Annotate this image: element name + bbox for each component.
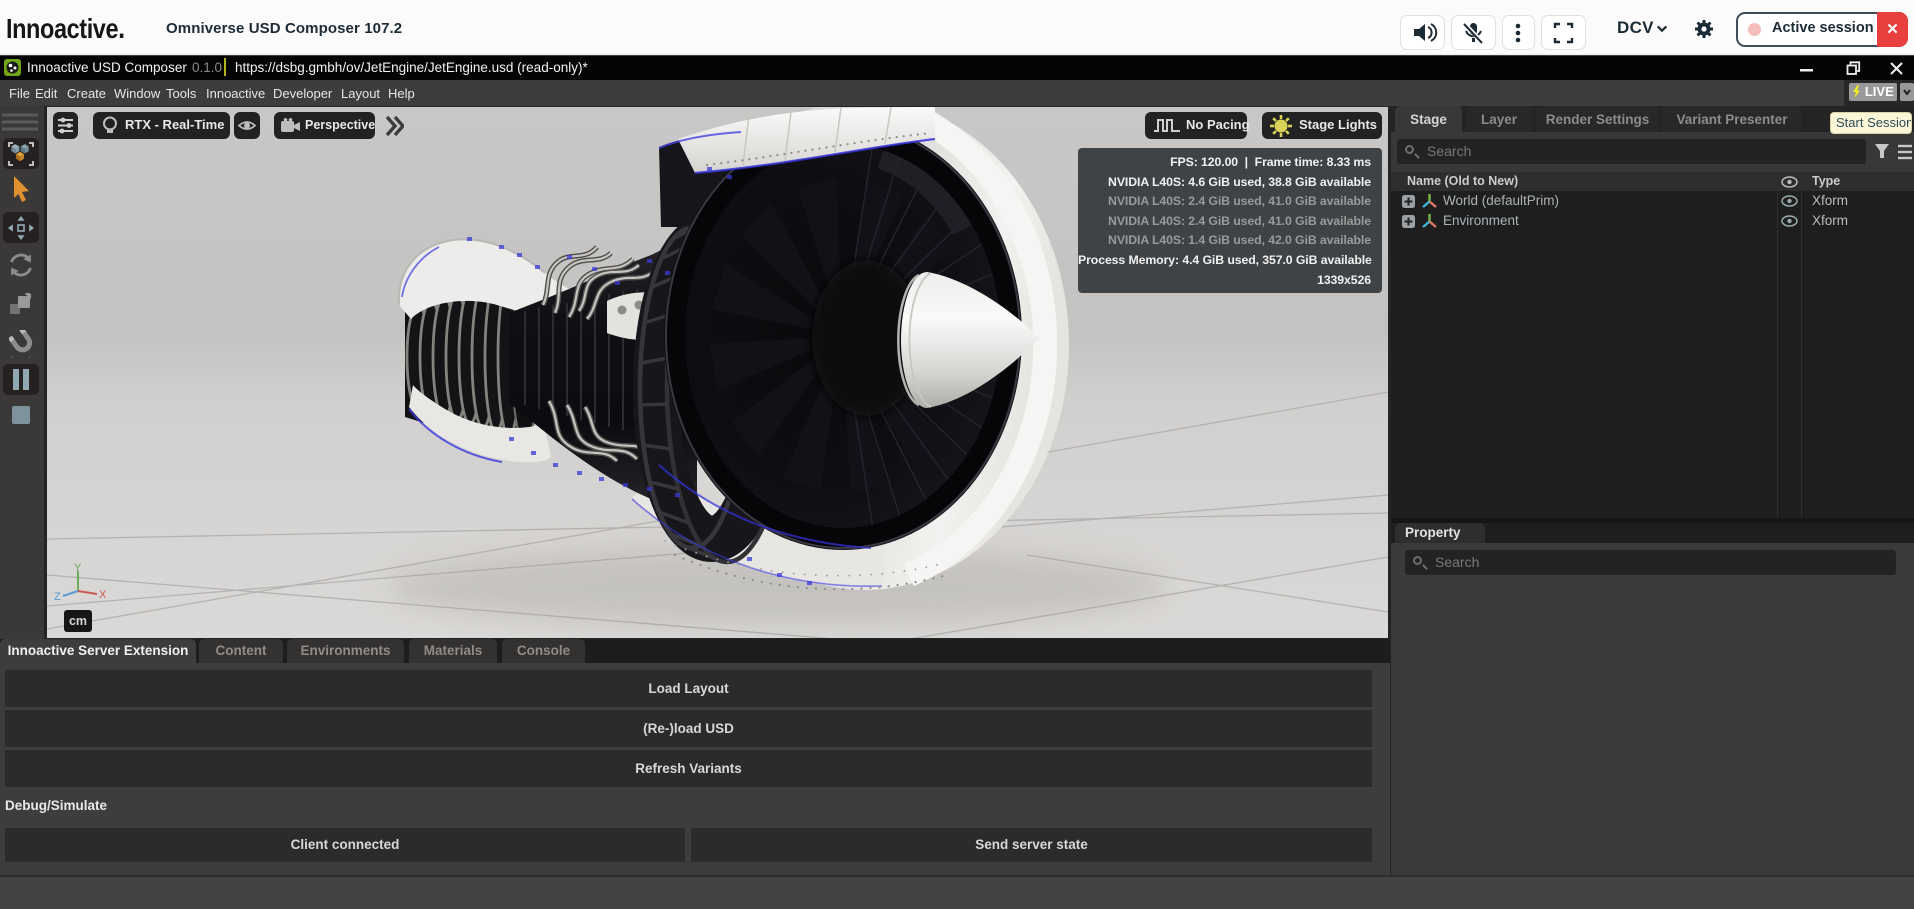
svg-text:Z: Z xyxy=(54,591,61,603)
svg-text:Y: Y xyxy=(74,563,82,574)
svg-text:X: X xyxy=(99,589,107,601)
